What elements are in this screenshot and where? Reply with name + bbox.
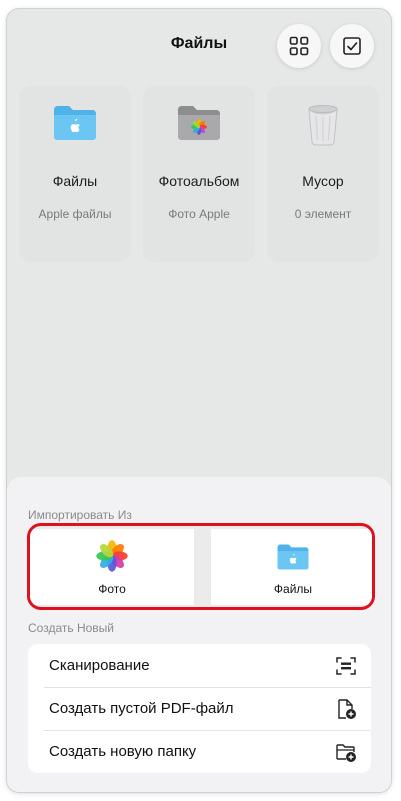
card-subtitle: 0 элемент <box>294 207 352 221</box>
scan-row[interactable]: Сканирование <box>28 644 371 687</box>
import-photos-label: Фото <box>98 582 126 596</box>
create-folder-label: Создать новую папку <box>49 743 197 760</box>
grid-view-button[interactable] <box>277 24 321 68</box>
header: Файлы <box>7 9 391 81</box>
create-section-label: Создать Новый <box>28 621 114 635</box>
import-options: Фото Файлы <box>27 523 375 610</box>
blue-folder-icon <box>211 543 372 571</box>
card-name: Мусор <box>302 173 344 189</box>
app-frame: Файлы Файлы Apple файлы Фотоальбом Фото … <box>7 9 391 792</box>
create-pdf-row[interactable]: Создать пустой PDF-файл <box>28 687 371 730</box>
import-section-label: Импортировать Из <box>28 508 132 522</box>
create-options-list: Сканирование Создать пустой PDF-файл Соз… <box>28 644 371 773</box>
import-files-button[interactable]: Файлы <box>211 529 372 605</box>
card-name: Фотоальбом <box>158 173 240 189</box>
scan-icon <box>336 657 356 675</box>
select-button[interactable] <box>330 24 374 68</box>
import-photos-button[interactable]: Фото <box>30 529 194 605</box>
grid-icon <box>289 36 309 56</box>
trash-bin-icon <box>267 104 379 148</box>
scan-label: Сканирование <box>49 657 150 674</box>
card-subtitle: Фото Apple <box>168 207 230 221</box>
add-folder-icon <box>336 744 356 762</box>
blue-folder-icon <box>19 104 131 148</box>
add-document-icon <box>338 699 356 719</box>
location-cards: Файлы Apple файлы Фотоальбом Фото Apple … <box>19 86 381 262</box>
create-pdf-label: Создать пустой PDF-файл <box>49 700 234 717</box>
photos-icon <box>30 539 194 573</box>
action-sheet: Импортировать Из Фото Файлы Создать Новы… <box>7 477 391 792</box>
photo-album-folder-icon <box>143 104 255 148</box>
card-trash[interactable]: Мусор 0 элемент <box>267 86 379 262</box>
import-files-label: Файлы <box>273 582 313 596</box>
card-photo-album[interactable]: Фотоальбом Фото Apple <box>143 86 255 262</box>
checkbox-icon <box>343 37 361 55</box>
card-name: Файлы <box>52 173 98 189</box>
create-folder-row[interactable]: Создать новую папку <box>28 730 371 773</box>
card-files[interactable]: Файлы Apple файлы <box>19 86 131 262</box>
card-subtitle: Apple файлы <box>38 207 112 221</box>
